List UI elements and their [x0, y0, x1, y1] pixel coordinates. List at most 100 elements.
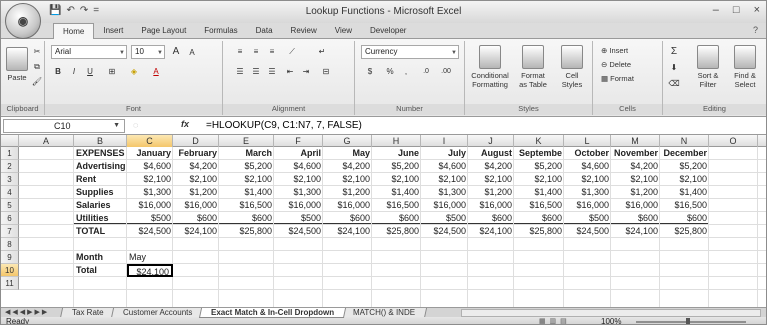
insert-cells-button[interactable]: ⊕ Insert: [601, 45, 628, 56]
sheet-navigation-icon[interactable]: ◀◀◀▶▶▶: [5, 308, 49, 316]
column-header-h[interactable]: H: [372, 135, 421, 147]
tab-data[interactable]: Data: [247, 23, 282, 39]
column-header-c[interactable]: C: [127, 135, 173, 147]
select-all-corner[interactable]: [1, 135, 19, 147]
formula-input[interactable]: =HLOOKUP(C9, C1:N7, 7, FALSE): [206, 118, 362, 134]
formula-expand-icon[interactable]: ◌: [133, 120, 138, 130]
zoom-slider[interactable]: [636, 321, 746, 323]
underline-button[interactable]: U: [83, 65, 97, 78]
column-header-l[interactable]: L: [564, 135, 611, 147]
tab-view[interactable]: View: [326, 23, 361, 39]
percent-style-button[interactable]: %: [383, 65, 397, 78]
shrink-font-button[interactable]: A: [185, 46, 199, 59]
find-select-label: Find &: [734, 71, 756, 80]
tab-insert[interactable]: Insert: [94, 23, 132, 39]
fill-color-icon[interactable]: ◈: [127, 65, 141, 78]
delete-cells-button[interactable]: ⊖ Delete: [601, 59, 631, 70]
align-right-icon[interactable]: ☰: [265, 65, 279, 78]
tab-developer[interactable]: Developer: [361, 23, 415, 39]
align-center-icon[interactable]: ☰: [249, 65, 263, 78]
increase-indent-icon[interactable]: ⇥: [299, 65, 313, 78]
row-header-9[interactable]: 9: [1, 251, 19, 264]
font-size-combo[interactable]: 10 ▼: [131, 45, 165, 59]
column-header-a[interactable]: A: [19, 135, 74, 147]
column-header-j[interactable]: J: [468, 135, 514, 147]
column-header-d[interactable]: D: [173, 135, 219, 147]
decrease-decimal-button[interactable]: .00: [437, 65, 455, 78]
column-header-m[interactable]: M: [611, 135, 660, 147]
column-header-g[interactable]: G: [323, 135, 372, 147]
view-buttons-icon[interactable]: ▦ ▥ ▤: [539, 317, 568, 324]
format-painter-icon[interactable]: 🖌: [30, 75, 44, 88]
format-cells-button[interactable]: ▦ Format: [601, 73, 634, 84]
cell-styles-button[interactable]: Cell Styles: [555, 45, 589, 89]
autosum-button[interactable]: Σ: [667, 45, 681, 58]
italic-button[interactable]: I: [67, 65, 81, 78]
row-header-5[interactable]: 5: [1, 199, 19, 212]
format-as-table-button[interactable]: Format as Table: [513, 45, 553, 89]
font-label: Font: [45, 104, 222, 115]
grid-line: [19, 237, 766, 238]
help-icon[interactable]: ?: [753, 25, 758, 35]
column-header-e[interactable]: E: [219, 135, 274, 147]
total-result-cell[interactable]: $24,100: [127, 264, 173, 277]
borders-icon[interactable]: ⊞: [105, 65, 119, 78]
cut-icon[interactable]: ✂: [30, 45, 44, 58]
tab-review[interactable]: Review: [282, 23, 326, 39]
font-name-combo[interactable]: Arial ▼: [51, 45, 127, 59]
clear-icon[interactable]: ⌫: [667, 77, 681, 90]
font-color-icon[interactable]: A: [149, 65, 163, 78]
align-middle-icon[interactable]: ≡: [249, 45, 263, 58]
comma-style-button[interactable]: ,: [399, 65, 413, 78]
column-header-n[interactable]: N: [660, 135, 709, 147]
number-format-combo[interactable]: Currency ▼: [361, 45, 459, 59]
find-select-button[interactable]: Find & Select: [727, 45, 763, 89]
column-header-b[interactable]: B: [74, 135, 127, 147]
horizontal-scrollbar[interactable]: [461, 309, 761, 317]
copy-icon[interactable]: ⧉: [30, 60, 44, 73]
decrease-indent-icon[interactable]: ⇤: [283, 65, 297, 78]
row-header-4[interactable]: 4: [1, 186, 19, 199]
merge-center-icon[interactable]: ⊟: [319, 65, 333, 78]
fill-icon[interactable]: ⬇: [667, 61, 681, 74]
row-header-2[interactable]: 2: [1, 160, 19, 173]
row-header-8[interactable]: 8: [1, 238, 19, 251]
tab-formulas[interactable]: Formulas: [195, 23, 246, 39]
column-header-i[interactable]: I: [421, 135, 468, 147]
zoom-level[interactable]: 100%: [601, 317, 621, 324]
align-left-icon[interactable]: ☰: [233, 65, 247, 78]
wrap-text-icon[interactable]: ↵: [315, 45, 329, 58]
tab-page-layout[interactable]: Page Layout: [132, 23, 195, 39]
chevron-down-icon: ▼: [119, 50, 125, 56]
row-header-7[interactable]: 7: [1, 225, 19, 238]
bold-button[interactable]: B: [51, 65, 65, 78]
insert-function-button[interactable]: fx: [181, 119, 189, 129]
zoom-slider-thumb[interactable]: [686, 318, 690, 324]
column-header-o[interactable]: O: [709, 135, 758, 147]
paste-button[interactable]: Paste: [5, 47, 29, 82]
close-button[interactable]: ×: [754, 4, 760, 16]
sort-filter-button[interactable]: Sort & Filter: [691, 45, 725, 89]
row-header-6[interactable]: 6: [1, 212, 19, 225]
worksheet-grid[interactable]: ABCDEFGHIJKLMNO 1 2 3 4 5 6 7 8 9 10 11 EXPENSES Ja…: [1, 135, 766, 307]
row-header-11[interactable]: 11: [1, 277, 19, 290]
row-header-10[interactable]: 10: [1, 264, 19, 277]
accounting-format-button[interactable]: $: [363, 65, 377, 78]
grow-font-button[interactable]: A: [169, 45, 183, 58]
orientation-icon[interactable]: ⟋: [285, 45, 299, 58]
tab-home[interactable]: Home: [53, 23, 95, 40]
chevron-down-icon: ▼: [157, 50, 163, 56]
row-header-1[interactable]: 1: [1, 147, 19, 160]
align-top-icon[interactable]: ≡: [233, 45, 247, 58]
maximize-button[interactable]: □: [733, 4, 740, 16]
minimize-button[interactable]: –: [713, 4, 719, 16]
conditional-formatting-button[interactable]: Conditional Formatting: [469, 45, 511, 89]
name-box[interactable]: C10 ▼: [3, 119, 125, 133]
align-bottom-icon[interactable]: ≡: [265, 45, 279, 58]
increase-decimal-button[interactable]: .0: [419, 65, 433, 78]
column-header-f[interactable]: F: [274, 135, 323, 147]
sheet-tab-exact-match[interactable]: Exact Match & In-Cell Dropdown: [198, 308, 347, 318]
column-header-k[interactable]: K: [514, 135, 564, 147]
office-button[interactable]: ◉: [5, 3, 41, 39]
row-header-3[interactable]: 3: [1, 173, 19, 186]
